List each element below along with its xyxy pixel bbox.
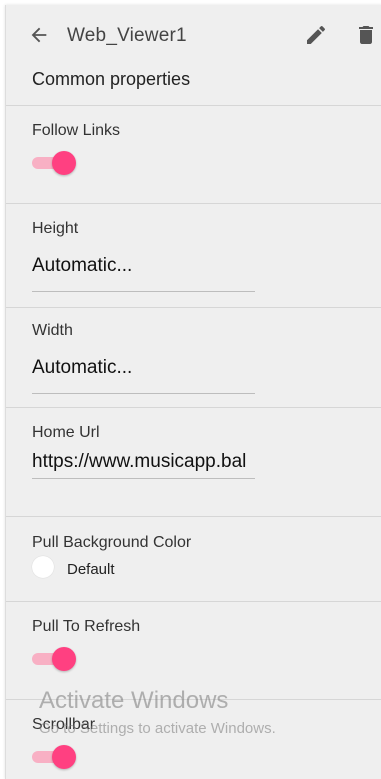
home-url-field-underline (32, 478, 255, 479)
toggle-thumb (52, 647, 76, 671)
divider (6, 601, 381, 602)
home-url-label: Home Url (32, 424, 100, 441)
scrollbar-toggle[interactable] (32, 744, 76, 769)
color-value-label: Default (67, 561, 115, 578)
divider (6, 516, 381, 517)
toggle-thumb (52, 151, 76, 175)
pull-background-color-label: Pull Background Color (32, 534, 192, 551)
height-field-underline (32, 291, 255, 292)
divider (6, 407, 381, 408)
width-field-underline (32, 393, 255, 394)
delete-button[interactable] (354, 23, 378, 47)
pull-to-refresh-toggle[interactable] (32, 646, 76, 671)
activate-windows-watermark-title: Activate Windows (39, 687, 229, 714)
home-url-field[interactable]: https://www.musicapp.bal (32, 451, 255, 473)
component-title: Web_Viewer1 (67, 25, 187, 46)
properties-panel: Web_Viewer1 Common properties Follow Lin… (5, 5, 381, 779)
trash-icon (359, 26, 373, 44)
width-field[interactable]: Automatic... (32, 357, 255, 379)
follow-links-label: Follow Links (32, 122, 121, 139)
back-button[interactable] (28, 24, 50, 46)
follow-links-toggle[interactable] (32, 150, 76, 175)
divider (6, 203, 381, 204)
color-swatch[interactable] (32, 556, 54, 578)
pencil-icon (307, 25, 326, 44)
height-field[interactable]: Automatic... (32, 255, 255, 277)
arrow-left-icon (31, 27, 47, 43)
panel-header: Web_Viewer1 (6, 5, 381, 63)
toggle-thumb (52, 745, 76, 769)
height-label: Height (32, 220, 79, 237)
activate-windows-watermark-subtitle: Go to Settings to activate Windows. (39, 720, 276, 737)
edit-button[interactable] (304, 23, 328, 47)
divider (6, 105, 381, 106)
section-heading: Common properties (32, 69, 191, 89)
pull-to-refresh-label: Pull To Refresh (32, 618, 141, 635)
width-label: Width (32, 322, 73, 339)
divider (6, 307, 381, 308)
